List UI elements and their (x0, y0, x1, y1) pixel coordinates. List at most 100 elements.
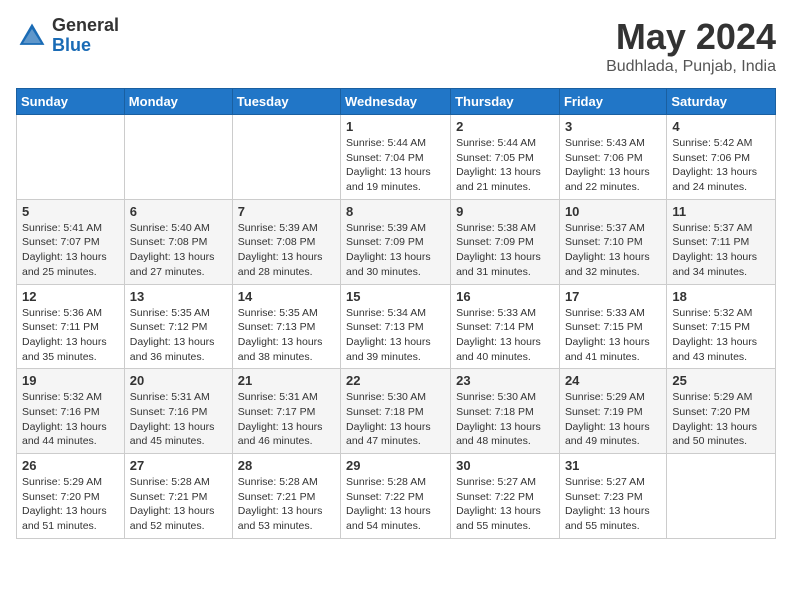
logo-general-text: General (52, 16, 119, 36)
calendar-cell: 15Sunrise: 5:34 AM Sunset: 7:13 PM Dayli… (341, 284, 451, 369)
logo-blue-text: Blue (52, 36, 119, 56)
day-number: 11 (672, 204, 770, 219)
day-number: 24 (565, 373, 661, 388)
day-info: Sunrise: 5:32 AM Sunset: 7:15 PM Dayligh… (672, 306, 770, 365)
day-number: 22 (346, 373, 445, 388)
calendar-cell: 8Sunrise: 5:39 AM Sunset: 7:09 PM Daylig… (341, 199, 451, 284)
day-number: 2 (456, 119, 554, 134)
logo-text: General Blue (52, 16, 119, 56)
calendar-cell: 31Sunrise: 5:27 AM Sunset: 7:23 PM Dayli… (559, 454, 666, 539)
day-number: 30 (456, 458, 554, 473)
calendar-cell: 19 Sunrise: 5:32 AM Sunset: 7:16 PM Dayli… (17, 369, 125, 454)
day-number: 5 (22, 204, 119, 219)
day-number: 4 (672, 119, 770, 134)
day-info: Sunrise: 5:28 AM Sunset: 7:21 PM Dayligh… (130, 475, 227, 534)
day-info: Sunrise: 5:27 AM Sunset: 7:22 PM Dayligh… (456, 475, 554, 534)
calendar-cell (124, 115, 232, 200)
weekday-header-friday: Friday (559, 89, 666, 115)
day-info: Sunrise: 5:28 AM Sunset: 7:21 PM Dayligh… (238, 475, 335, 534)
day-number: 26 (22, 458, 119, 473)
calendar-cell: 28 Sunrise: 5:28 AM Sunset: 7:21 PM Dayli… (232, 454, 340, 539)
day-info: Sunrise: 5:33 AM Sunset: 7:15 PM Dayligh… (565, 306, 661, 365)
day-number: 27 (130, 458, 227, 473)
calendar-week-1: 1 Sunrise: 5:44 AM Sunset: 7:04 PM Daylig… (17, 115, 776, 200)
day-number: 6 (130, 204, 227, 219)
weekday-header-saturday: Saturday (667, 89, 776, 115)
day-info: Sunrise: 5:31 AM Sunset: 7:16 PM Dayligh… (130, 390, 227, 449)
calendar-week-5: 26Sunrise: 5:29 AM Sunset: 7:20 PM Dayli… (17, 454, 776, 539)
calendar-cell: 13 Sunrise: 5:35 AM Sunset: 7:12 PM Dayli… (124, 284, 232, 369)
calendar-header-row: SundayMondayTuesdayWednesdayThursdayFrid… (17, 89, 776, 115)
day-info: Sunrise: 5:30 AM Sunset: 7:18 PM Dayligh… (346, 390, 445, 449)
day-number: 3 (565, 119, 661, 134)
day-info: Sunrise: 5:44 AM Sunset: 7:05 PM Dayligh… (456, 136, 554, 195)
day-number: 15 (346, 289, 445, 304)
calendar-cell: 9 Sunrise: 5:38 AM Sunset: 7:09 PM Daylig… (451, 199, 560, 284)
calendar-cell: 16 Sunrise: 5:33 AM Sunset: 7:14 PM Dayli… (451, 284, 560, 369)
day-number: 28 (238, 458, 335, 473)
day-number: 13 (130, 289, 227, 304)
calendar-cell: 10Sunrise: 5:37 AM Sunset: 7:10 PM Dayli… (559, 199, 666, 284)
calendar-cell: 26Sunrise: 5:29 AM Sunset: 7:20 PM Dayli… (17, 454, 125, 539)
day-info: Sunrise: 5:43 AM Sunset: 7:06 PM Dayligh… (565, 136, 661, 195)
day-info: Sunrise: 5:40 AM Sunset: 7:08 PM Dayligh… (130, 221, 227, 280)
logo: General Blue (16, 16, 119, 56)
weekday-header-monday: Monday (124, 89, 232, 115)
day-info: Sunrise: 5:35 AM Sunset: 7:12 PM Dayligh… (130, 306, 227, 365)
day-info: Sunrise: 5:33 AM Sunset: 7:14 PM Dayligh… (456, 306, 554, 365)
calendar-cell: 1 Sunrise: 5:44 AM Sunset: 7:04 PM Daylig… (341, 115, 451, 200)
calendar-cell: 14Sunrise: 5:35 AM Sunset: 7:13 PM Dayli… (232, 284, 340, 369)
day-info: Sunrise: 5:44 AM Sunset: 7:04 PM Dayligh… (346, 136, 445, 195)
day-info: Sunrise: 5:28 AM Sunset: 7:22 PM Dayligh… (346, 475, 445, 534)
calendar-week-3: 12 Sunrise: 5:36 AM Sunset: 7:11 PM Dayli… (17, 284, 776, 369)
calendar-cell: 12 Sunrise: 5:36 AM Sunset: 7:11 PM Dayli… (17, 284, 125, 369)
calendar-cell (667, 454, 776, 539)
day-info: Sunrise: 5:32 AM Sunset: 7:16 PM Dayligh… (22, 390, 119, 449)
day-number: 31 (565, 458, 661, 473)
day-info: Sunrise: 5:38 AM Sunset: 7:09 PM Dayligh… (456, 221, 554, 280)
day-info: Sunrise: 5:36 AM Sunset: 7:11 PM Dayligh… (22, 306, 119, 365)
page-header: General Blue May 2024 Budhlada, Punjab, … (16, 16, 776, 76)
calendar-cell: 23Sunrise: 5:30 AM Sunset: 7:18 PM Dayli… (451, 369, 560, 454)
day-number: 8 (346, 204, 445, 219)
day-number: 29 (346, 458, 445, 473)
day-number: 7 (238, 204, 335, 219)
day-number: 23 (456, 373, 554, 388)
calendar-cell: 29 Sunrise: 5:28 AM Sunset: 7:22 PM Dayli… (341, 454, 451, 539)
day-number: 21 (238, 373, 335, 388)
calendar-cell: 25 Sunrise: 5:29 AM Sunset: 7:20 PM Dayli… (667, 369, 776, 454)
day-info: Sunrise: 5:29 AM Sunset: 7:19 PM Dayligh… (565, 390, 661, 449)
day-info: Sunrise: 5:29 AM Sunset: 7:20 PM Dayligh… (672, 390, 770, 449)
calendar-cell: 30 Sunrise: 5:27 AM Sunset: 7:22 PM Dayli… (451, 454, 560, 539)
day-number: 14 (238, 289, 335, 304)
day-number: 10 (565, 204, 661, 219)
day-number: 20 (130, 373, 227, 388)
calendar-week-4: 19 Sunrise: 5:32 AM Sunset: 7:16 PM Dayli… (17, 369, 776, 454)
calendar-cell (17, 115, 125, 200)
weekday-header-thursday: Thursday (451, 89, 560, 115)
day-info: Sunrise: 5:39 AM Sunset: 7:08 PM Dayligh… (238, 221, 335, 280)
calendar-cell: 22 Sunrise: 5:30 AM Sunset: 7:18 PM Dayli… (341, 369, 451, 454)
day-info: Sunrise: 5:42 AM Sunset: 7:06 PM Dayligh… (672, 136, 770, 195)
calendar-cell: 7 Sunrise: 5:39 AM Sunset: 7:08 PM Daylig… (232, 199, 340, 284)
day-number: 1 (346, 119, 445, 134)
calendar-cell: 17Sunrise: 5:33 AM Sunset: 7:15 PM Dayli… (559, 284, 666, 369)
calendar-cell: 20 Sunrise: 5:31 AM Sunset: 7:16 PM Dayli… (124, 369, 232, 454)
day-number: 19 (22, 373, 119, 388)
title-block: May 2024 Budhlada, Punjab, India (606, 16, 776, 76)
calendar-cell: 3 Sunrise: 5:43 AM Sunset: 7:06 PM Daylig… (559, 115, 666, 200)
day-number: 18 (672, 289, 770, 304)
logo-icon (16, 20, 48, 52)
weekday-header-wednesday: Wednesday (341, 89, 451, 115)
day-info: Sunrise: 5:31 AM Sunset: 7:17 PM Dayligh… (238, 390, 335, 449)
calendar-cell: 24 Sunrise: 5:29 AM Sunset: 7:19 PM Dayli… (559, 369, 666, 454)
day-number: 16 (456, 289, 554, 304)
day-number: 12 (22, 289, 119, 304)
location: Budhlada, Punjab, India (606, 58, 776, 76)
day-number: 25 (672, 373, 770, 388)
weekday-header-sunday: Sunday (17, 89, 125, 115)
month-title: May 2024 (606, 16, 776, 58)
calendar-cell: 18 Sunrise: 5:32 AM Sunset: 7:15 PM Dayli… (667, 284, 776, 369)
day-number: 9 (456, 204, 554, 219)
day-info: Sunrise: 5:37 AM Sunset: 7:11 PM Dayligh… (672, 221, 770, 280)
